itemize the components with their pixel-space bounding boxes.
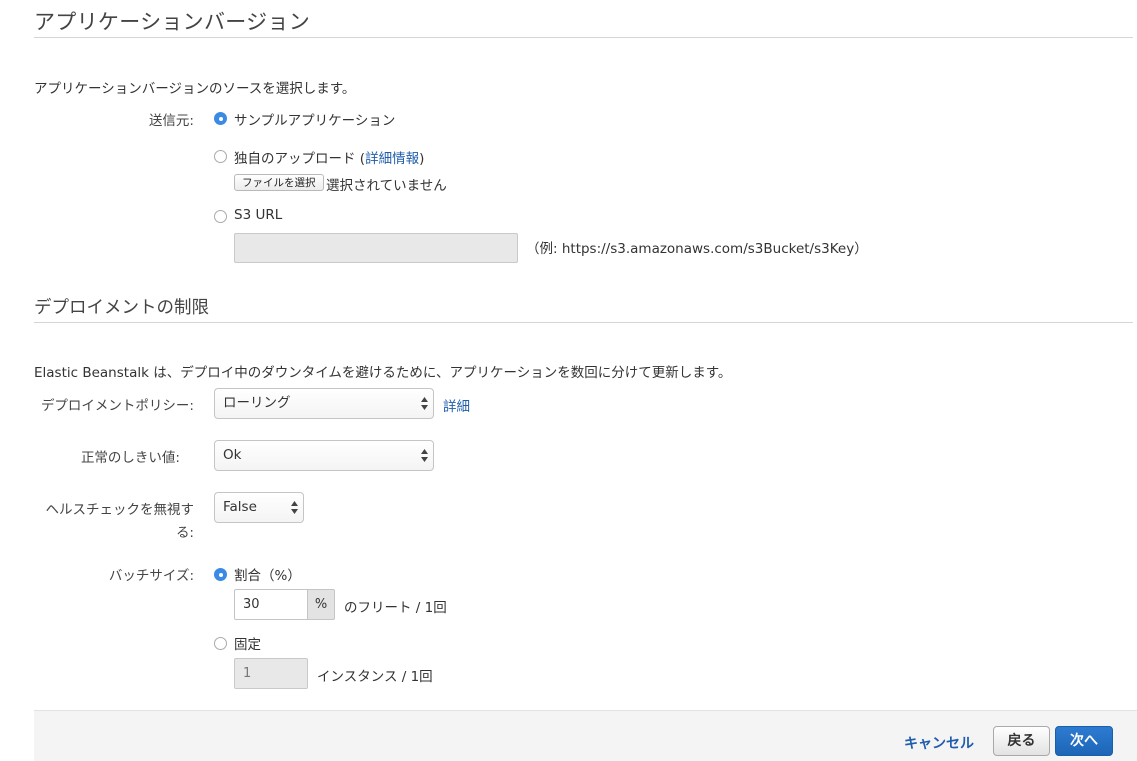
ignore-health-label-line1: ヘルスチェックを無視す (45, 502, 195, 518)
ignore-health-value: False (223, 499, 257, 515)
divider (34, 322, 1133, 323)
threshold-label: 正常のしきい値: (80, 450, 180, 466)
radio-batch-fixed[interactable] (214, 637, 227, 650)
radio-own-upload[interactable] (214, 150, 227, 163)
batch-size-label: バッチサイズ: (108, 568, 194, 584)
file-status: 選択されていません (326, 178, 447, 194)
updown-arrows-icon (421, 449, 428, 462)
sample-app-label: サンプルアプリケーション (234, 113, 396, 129)
own-upload-option: 独自のアップロード (詳細情報) (234, 147, 424, 167)
radio-s3-url[interactable] (214, 210, 227, 223)
app-version-title: アプリケーションバージョン (34, 10, 311, 34)
cancel-link[interactable]: キャンセル (904, 733, 974, 753)
back-button[interactable]: 戻る (993, 726, 1050, 756)
batch-fixed-suffix: インスタンス / 1回 (317, 669, 433, 685)
source-label: 送信元: (148, 113, 194, 129)
updown-arrows-icon (421, 397, 428, 410)
batch-fixed-label: 固定 (234, 637, 261, 653)
percent-addon: % (308, 589, 335, 620)
s3-url-input[interactable] (234, 233, 518, 263)
updown-arrows-icon (291, 501, 298, 514)
radio-sample-app[interactable] (214, 112, 227, 125)
next-button[interactable]: 次へ (1055, 726, 1113, 756)
policy-details-link[interactable]: 詳細 (443, 395, 470, 415)
batch-fixed-input[interactable] (234, 658, 308, 689)
batch-percent-suffix: のフリート / 1回 (344, 600, 447, 616)
choose-file-button[interactable]: ファイルを選択 (234, 174, 324, 191)
threshold-select[interactable]: Ok (214, 440, 434, 471)
deploy-intro: Elastic Beanstalk は、デプロイ中のダウンタイムを避けるために、… (34, 365, 732, 381)
s3-url-label: S3 URL (234, 207, 283, 223)
deploy-policy-value: ローリング (223, 395, 291, 411)
ignore-health-select[interactable]: False (214, 492, 304, 523)
ignore-health-label-line2: る: (175, 525, 194, 541)
app-version-intro: アプリケーションバージョンのソースを選択します。 (34, 81, 356, 97)
learn-more-link[interactable]: 詳細情報 (365, 151, 419, 167)
ignore-health-label: ヘルスチェックを無視す る: (34, 498, 195, 541)
deploy-policy-label: デプロイメントポリシー: (40, 398, 194, 414)
deploy-title: デプロイメントの制限 (34, 298, 209, 318)
batch-percent-input[interactable] (234, 589, 308, 620)
s3-url-example: （例: https://s3.amazonaws.com/s3Bucket/s3… (526, 241, 868, 257)
own-upload-label: 独自のアップロード (234, 151, 356, 167)
deploy-policy-select[interactable]: ローリング (214, 388, 434, 419)
divider (34, 37, 1133, 38)
batch-percent-label: 割合（%） (234, 568, 301, 584)
threshold-value: Ok (223, 447, 242, 463)
radio-batch-percent[interactable] (214, 568, 227, 581)
paren-close: ) (419, 151, 425, 167)
